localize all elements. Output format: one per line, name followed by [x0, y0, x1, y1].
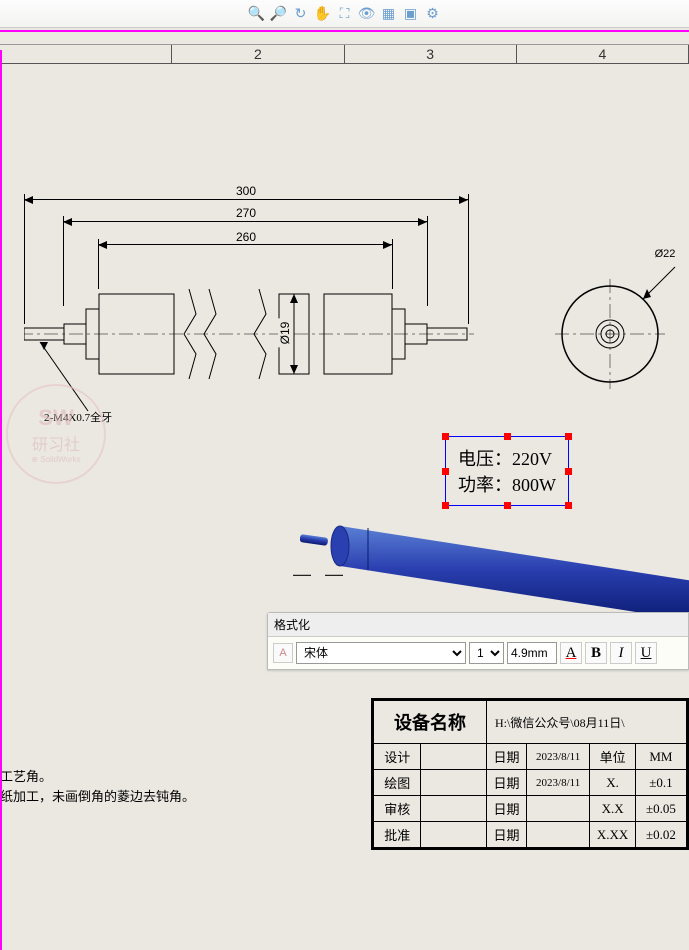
tech-note-line: 纸加工，未画倒角的菱边去钝角。 — [0, 787, 195, 807]
rotate-icon[interactable]: ↻ — [293, 6, 309, 22]
pan-icon[interactable]: ✋ — [315, 6, 331, 22]
3d-preview-roller — [300, 504, 689, 624]
ruler-cell: 3 — [345, 45, 517, 63]
resize-handle[interactable] — [565, 468, 572, 475]
resize-handle[interactable] — [565, 433, 572, 440]
text-height-input[interactable] — [507, 642, 557, 664]
ruler-cell: 4 — [517, 45, 689, 63]
selection-border-left — [0, 50, 2, 950]
dimension-text-overall[interactable]: 300 — [233, 184, 259, 198]
table-row: 设计 日期 2023/8/11 单位 MM — [374, 744, 687, 770]
settings-icon[interactable]: ⚙ — [425, 6, 441, 22]
note-line2: 功率：800W — [458, 471, 556, 497]
view-icon[interactable]: 👁 — [359, 6, 375, 22]
annotation-note-selected[interactable]: 电压：220V 功率：800W — [445, 436, 569, 506]
title-block-path: H:\微信公众号\08月11日\ — [487, 701, 687, 744]
technical-note: 工艺角。 纸加工，未画倒角的菱边去钝角。 — [0, 767, 195, 806]
bold-button[interactable]: B — [585, 642, 607, 664]
font-color-button[interactable]: A — [560, 642, 582, 664]
title-block-header: 设备名称 — [374, 701, 487, 744]
note-line1: 电压：220V — [458, 445, 556, 471]
zoom-in-icon[interactable]: 🔍 — [249, 6, 265, 22]
watermark-mid: 研习社 — [32, 431, 80, 455]
watermark-stamp: SW 研习社 ⊕ SolidWorks — [6, 384, 106, 484]
format-toolbar[interactable]: 格式化 A 宋体 16 A B I U — [267, 612, 689, 670]
watermark-sw: SW — [38, 405, 73, 431]
resize-handle[interactable] — [442, 433, 449, 440]
centermark-dash: — — [325, 564, 343, 585]
table-row: 批准 日期 X.XX ±0.02 — [374, 822, 687, 848]
fit-icon[interactable]: ⛶ — [337, 6, 353, 22]
roller-side-view — [24, 274, 474, 394]
resize-handle[interactable] — [504, 433, 511, 440]
top-toolbar: 🔍 🔎 ↻ ✋ ⛶ 👁 ▦ ▣ ⚙ — [0, 0, 689, 28]
ruler-cell: 2 — [172, 45, 344, 63]
dimension-text-body[interactable]: 270 — [233, 206, 259, 220]
section-icon[interactable]: ▦ — [381, 6, 397, 22]
drawing-canvas[interactable]: 300 270 260 Ø19 — [0, 64, 689, 864]
dimension-dia-body[interactable]: Ø19 — [278, 319, 292, 348]
underline-button[interactable]: U — [635, 642, 657, 664]
dimension-dia-end[interactable]: Ø22 — [652, 248, 679, 260]
italic-button[interactable]: I — [610, 642, 632, 664]
drawing-ruler: 2 3 4 — [0, 44, 689, 64]
font-family-select[interactable]: 宋体 — [296, 642, 466, 664]
table-row: 绘图 日期 2023/8/11 X. ±0.1 — [374, 770, 687, 796]
ruler-cell — [0, 45, 172, 63]
roller-end-view — [555, 259, 685, 399]
display-icon[interactable]: ▣ — [403, 6, 419, 22]
format-toolbar-title: 格式化 — [268, 613, 688, 637]
dimension-line-body[interactable] — [63, 221, 427, 222]
centermark-dash: — — [293, 564, 311, 585]
font-ab-icon[interactable]: A — [273, 643, 293, 663]
selection-border-top — [0, 30, 689, 32]
resize-handle[interactable] — [442, 468, 449, 475]
font-size-select[interactable]: 16 — [469, 642, 504, 664]
title-block[interactable]: 设备名称 H:\微信公众号\08月11日\ 设计 日期 2023/8/11 单位… — [371, 698, 689, 850]
dimension-text-inner[interactable]: 260 — [233, 230, 259, 244]
dimension-line-inner[interactable] — [98, 244, 392, 245]
table-row: 审核 日期 X.X ±0.05 — [374, 796, 687, 822]
zoom-out-icon[interactable]: 🔎 — [271, 6, 287, 22]
dimension-line-overall[interactable] — [24, 199, 468, 200]
watermark-bot: ⊕ SolidWorks — [31, 455, 80, 464]
tech-note-line: 工艺角。 — [0, 767, 195, 787]
